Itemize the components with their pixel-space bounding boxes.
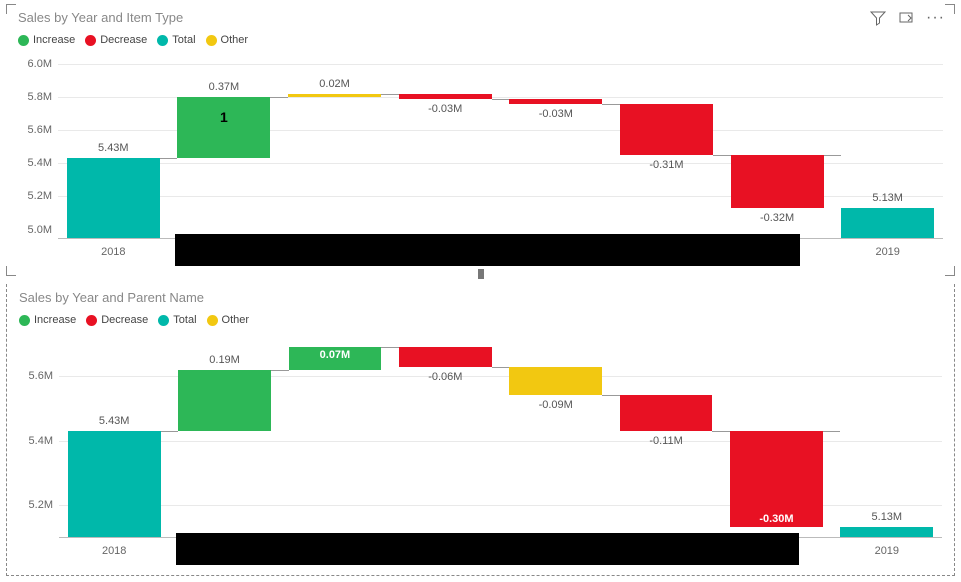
legend-other[interactable]: Other	[221, 34, 249, 46]
y-tick: 5.8M	[28, 91, 52, 103]
waterfall-bar[interactable]: 0.37M1	[169, 97, 280, 158]
legend-other[interactable]: Other	[222, 314, 250, 326]
data-label: 0.07M	[280, 349, 390, 361]
selection-corner	[945, 266, 955, 276]
legend-increase[interactable]: Increase	[34, 314, 76, 326]
waterfall-bar[interactable]: 0.07M	[280, 347, 390, 370]
waterfall-bar[interactable]: -0.03M	[501, 99, 612, 104]
chart-title: Sales by Year and Parent Name	[19, 290, 204, 305]
waterfall-bar[interactable]: -0.31M	[611, 104, 722, 155]
selection-corner	[6, 4, 16, 14]
y-tick: 5.4M	[28, 157, 52, 169]
connector	[823, 431, 841, 432]
x-tick: 2018	[102, 545, 126, 557]
redacted-labels	[176, 533, 799, 565]
connector	[492, 367, 510, 368]
chart-sales-by-year-item-type[interactable]: Sales by Year and Item Type ··· Increase…	[6, 4, 955, 276]
waterfall-bar[interactable]: -0.11M	[611, 395, 721, 430]
x-tick: 2018	[101, 246, 125, 258]
waterfall-bar[interactable]: -0.30M	[721, 431, 831, 528]
more-icon[interactable]: ···	[926, 13, 945, 23]
connector	[160, 158, 178, 159]
y-axis: 5.6M 5.4M 5.2M	[19, 344, 57, 537]
data-label: 0.37M	[169, 81, 280, 93]
selection-corner	[6, 266, 16, 276]
chart-title: Sales by Year and Item Type	[18, 10, 183, 25]
y-tick: 5.2M	[28, 190, 52, 202]
connector	[161, 431, 179, 432]
y-axis: 6.0M 5.8M 5.6M 5.4M 5.2M 5.0M	[18, 64, 56, 238]
legend: Increase Decrease Total Other	[18, 34, 248, 46]
connector	[713, 155, 731, 156]
waterfall-bar[interactable]: 5.13M	[832, 527, 942, 537]
legend-decrease[interactable]: Decrease	[101, 314, 148, 326]
y-tick: 5.4M	[29, 435, 53, 447]
y-tick: 5.6M	[28, 124, 52, 136]
data-label: -0.06M	[390, 371, 500, 383]
connector	[824, 155, 842, 156]
legend-total[interactable]: Total	[173, 314, 196, 326]
waterfall-bar[interactable]: -0.09M	[501, 367, 611, 396]
plot-area: 6.0M 5.8M 5.6M 5.4M 5.2M 5.0M 5.43M0.37M…	[18, 64, 943, 266]
data-label: 5.13M	[832, 192, 943, 204]
y-tick: 6.0M	[28, 58, 52, 70]
redacted-labels	[175, 234, 799, 266]
y-tick: 5.6M	[29, 370, 53, 382]
y-tick: 5.2M	[29, 499, 53, 511]
waterfall-bar[interactable]: 0.02M	[279, 94, 390, 97]
connector	[602, 395, 620, 396]
data-label: 0.02M	[279, 78, 390, 90]
waterfall-bar[interactable]: 5.43M	[58, 158, 169, 238]
legend: Increase Decrease Total Other	[19, 314, 249, 326]
waterfall-bar[interactable]: -0.32M	[722, 155, 833, 208]
connector	[270, 97, 288, 98]
data-label: -0.31M	[611, 159, 722, 171]
connector	[492, 99, 510, 100]
data-label: 0.19M	[169, 354, 279, 366]
data-label: -0.03M	[501, 108, 612, 120]
waterfall-bar[interactable]: 5.43M	[59, 431, 169, 537]
x-tick: 2019	[875, 246, 899, 258]
data-label: 5.43M	[58, 142, 169, 154]
waterfall-bar[interactable]: 5.13M	[832, 208, 943, 238]
resize-handle[interactable]	[478, 269, 484, 279]
waterfall-bar[interactable]: -0.03M	[390, 94, 501, 99]
focus-icon[interactable]	[898, 10, 914, 26]
data-label: 5.43M	[59, 415, 169, 427]
waterfall-bar[interactable]: 0.19M	[169, 370, 279, 431]
legend-increase[interactable]: Increase	[33, 34, 75, 46]
x-tick: 2019	[875, 545, 899, 557]
connector	[271, 370, 289, 371]
connector	[381, 94, 399, 95]
data-label: -0.03M	[390, 103, 501, 115]
data-label: 5.13M	[832, 511, 942, 523]
chart-sales-by-year-parent-name[interactable]: Sales by Year and Parent Name Increase D…	[6, 284, 955, 576]
data-label: -0.32M	[722, 212, 833, 224]
y-tick: 5.0M	[28, 224, 52, 236]
waterfall-bar[interactable]: -0.06M	[390, 347, 500, 366]
data-label: -0.09M	[501, 399, 611, 411]
data-label: -0.30M	[721, 513, 831, 525]
connector	[381, 347, 399, 348]
highlight-label: 1	[169, 109, 280, 125]
plot-area: 5.6M 5.4M 5.2M 5.43M0.19M0.07M-0.06M-0.0…	[19, 344, 942, 565]
legend-decrease[interactable]: Decrease	[100, 34, 147, 46]
connector	[712, 431, 730, 432]
connector	[602, 104, 620, 105]
filter-icon[interactable]	[870, 10, 886, 26]
selection-corner	[945, 4, 955, 14]
data-label: -0.11M	[611, 435, 721, 447]
legend-total[interactable]: Total	[172, 34, 195, 46]
